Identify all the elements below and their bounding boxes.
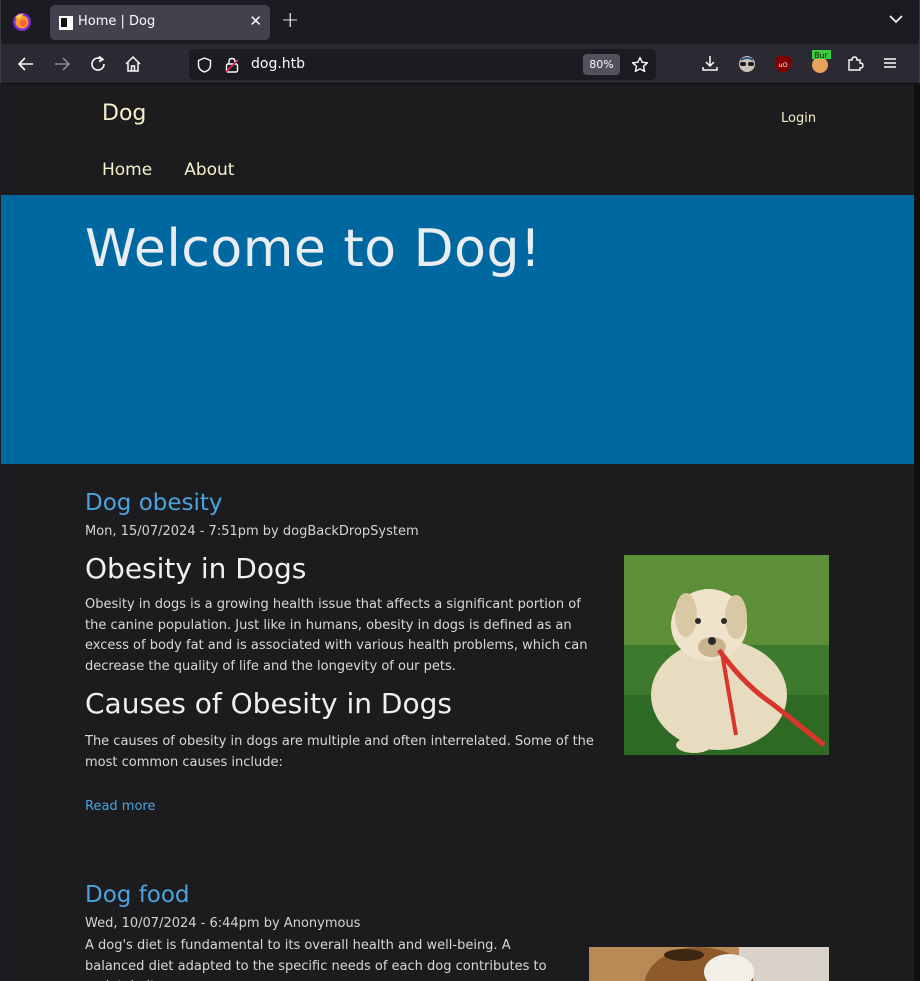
- article-meta: Wed, 10/07/2024 - 6:44pm by Anonymous: [85, 916, 361, 931]
- reload-icon[interactable]: [88, 54, 108, 74]
- read-more-link[interactable]: Read more: [85, 799, 601, 814]
- svg-text:uO: uO: [778, 61, 787, 69]
- article-dog-food: Dog food Wed, 10/07/2024 - 6:44pm by Ano…: [85, 882, 830, 981]
- shield-icon[interactable]: [197, 57, 212, 73]
- forward-arrow-icon[interactable]: [52, 54, 72, 74]
- extensions-puzzle-icon[interactable]: [846, 54, 866, 74]
- hero-title: Welcome to Dog!: [85, 219, 542, 279]
- login-link[interactable]: Login: [781, 111, 816, 126]
- article-meta: Mon, 15/07/2024 - 7:51pm by dogBackDropS…: [85, 524, 419, 539]
- tab-home-dog[interactable]: Home | Dog ✕: [50, 5, 270, 40]
- hero-banner: Welcome to Dog!: [1, 195, 914, 464]
- new-tab-plus-icon[interactable]: +: [281, 10, 299, 32]
- article-paragraph: The causes of obesity in dogs are multip…: [85, 734, 594, 770]
- back-arrow-icon[interactable]: [16, 54, 36, 74]
- tab-close-icon[interactable]: ✕: [249, 12, 262, 30]
- page-scroll-edge: [914, 85, 920, 981]
- tab-favicon-icon: [59, 16, 73, 30]
- main-navigation: Home About: [102, 160, 234, 180]
- article-title-link[interactable]: Dog food: [85, 882, 830, 908]
- download-icon[interactable]: [701, 54, 721, 74]
- tab-title: Home | Dog: [78, 14, 156, 29]
- dog-food-photo: [589, 947, 829, 981]
- browser-toolbar: dog.htb 80% uO Bur: [0, 44, 920, 84]
- tab-bar: Home | Dog ✕ +: [0, 0, 920, 44]
- ublock-origin-icon[interactable]: uO: [773, 54, 793, 74]
- nav-about-link[interactable]: About: [184, 160, 234, 180]
- article-paragraph: Obesity in dogs is a growing health issu…: [85, 597, 588, 674]
- firefox-logo-icon[interactable]: [12, 12, 32, 32]
- address-bar[interactable]: dog.htb 80%: [189, 49, 656, 80]
- lock-insecure-icon[interactable]: [225, 57, 239, 73]
- site-name-link[interactable]: Dog: [102, 101, 146, 126]
- chevron-down-icon[interactable]: [889, 14, 903, 24]
- home-icon[interactable]: [123, 54, 143, 74]
- nav-home-link[interactable]: Home: [102, 160, 152, 180]
- article-title-link[interactable]: Dog obesity: [85, 490, 830, 516]
- hamburger-menu-icon[interactable]: [881, 54, 901, 74]
- article-heading-obesity: Obesity in Dogs: [85, 552, 307, 585]
- zoom-level-button[interactable]: 80%: [583, 54, 620, 75]
- svg-text:Bur: Bur: [814, 51, 829, 60]
- web-page: Dog Login Home About Welcome to Dog! Dog…: [1, 85, 914, 981]
- burp-extension-icon[interactable]: Bur: [809, 50, 831, 73]
- obese-dog-photo: [624, 555, 829, 755]
- article-dog-obesity: Dog obesity Mon, 15/07/2024 - 7:51pm by …: [85, 490, 830, 814]
- site-header: Dog Login Home About: [1, 85, 914, 195]
- article-heading-causes: Causes of Obesity in Dogs: [85, 687, 452, 720]
- star-icon[interactable]: [631, 56, 649, 74]
- article-paragraph: A dog's diet is fundamental to its overa…: [85, 938, 547, 981]
- spy-glasses-extension-icon[interactable]: [737, 54, 757, 74]
- url-text: dog.htb: [251, 56, 306, 72]
